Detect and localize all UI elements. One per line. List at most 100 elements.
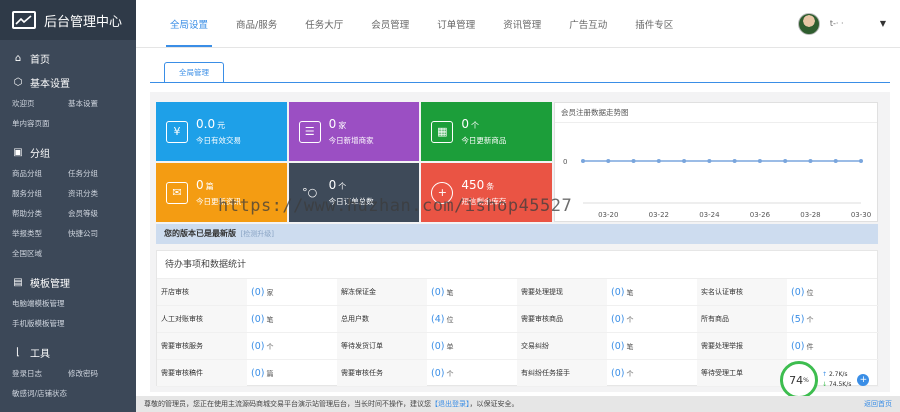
stat-card-goods[interactable]: ▦ 0个 今日更新商品: [421, 102, 552, 161]
tab-global-settings[interactable]: 全局设置: [156, 0, 222, 47]
sidebar-item-service-group[interactable]: 服务分组: [12, 184, 68, 204]
todo-label: 实名认证审核: [697, 279, 787, 306]
sidebar-item-task-group[interactable]: 任务分组: [68, 164, 124, 184]
todo-value[interactable]: (0) 篇: [247, 360, 337, 387]
top-nav: 全局设置 商品/服务 任务大厅 会员管理 订单管理 资讯管理 广告互动 插件专区…: [136, 0, 900, 48]
todo-value[interactable]: (0) 单: [427, 333, 517, 360]
stat-card-sms[interactable]: + 450 条 短信剩余库存: [421, 163, 552, 222]
sidebar-item-region[interactable]: 全国区域: [12, 244, 68, 264]
stat-value: 0.0: [196, 117, 216, 131]
upload-arrow-icon: ↑: [822, 371, 829, 378]
todo-value[interactable]: (0)个: [427, 360, 517, 387]
back-home-link[interactable]: 返回首页: [864, 396, 892, 412]
hand-coins-icon: °○: [302, 186, 318, 199]
sidebar-item-courier[interactable]: 快捷公司: [68, 224, 124, 244]
todo-unit: 个: [626, 316, 634, 324]
todo-value[interactable]: (4) 位: [427, 306, 517, 333]
tab-news[interactable]: 资讯管理: [489, 0, 555, 47]
data-point-03-24[interactable]: [707, 159, 712, 163]
stat-card-merchants[interactable]: ☰ 0家 今日新增商家: [288, 102, 420, 161]
chevron-down-icon[interactable]: ▼: [880, 19, 886, 28]
todo-value-close-paren: ): [260, 341, 265, 352]
sidebar-item-change-password[interactable]: 修改密码: [68, 364, 124, 384]
todo-value[interactable]: (0) 笔: [427, 279, 517, 306]
todo-value-close-paren: ): [440, 341, 445, 352]
data-point-03-19[interactable]: [581, 159, 585, 163]
sidebar-section-templates[interactable]: ▤ 模板管理: [0, 270, 136, 294]
stat-card-news[interactable]: ✉ 0篇 今日更新资讯: [156, 163, 287, 222]
todo-value[interactable]: (0) 件: [787, 333, 879, 360]
sidebar-item-news-category[interactable]: 资讯分类: [68, 184, 124, 204]
sidebar-item-mobile-template[interactable]: 手机版模板管理: [12, 314, 124, 334]
data-point-03-20[interactable]: [606, 159, 611, 163]
x-tick-label: 03-22: [649, 211, 669, 219]
check-update-link[interactable]: [检测升级]: [241, 230, 274, 238]
todo-value[interactable]: (0) 笔: [607, 279, 697, 306]
data-point-03-30[interactable]: [859, 159, 863, 163]
data-point-03-26[interactable]: [757, 159, 762, 163]
user-menu[interactable]: t-· · ▼: [797, 12, 900, 35]
todo-value-close-paren: ): [800, 341, 805, 352]
todo-value[interactable]: (0) 位: [787, 279, 879, 306]
stat-card-orders[interactable]: °○ 0个 今日订单总数: [288, 163, 420, 222]
data-point-03-22[interactable]: [656, 159, 661, 163]
sidebar-item-login-log[interactable]: 登录日志: [12, 364, 68, 384]
sidebar-section-tools[interactable]: ⌊ 工具: [0, 340, 136, 364]
todo-unit: 笔: [626, 289, 634, 297]
sidebar-section-label: 基本设置: [30, 78, 70, 90]
sidebar-item-report-type[interactable]: 举报类型: [12, 224, 68, 244]
sidebar-item-goods-group[interactable]: 商品分组: [12, 164, 68, 184]
tab-orders[interactable]: 订单管理: [423, 0, 489, 47]
logout-link[interactable]: 【退出登录】: [431, 400, 470, 408]
todo-value[interactable]: (5) 个: [787, 306, 879, 333]
data-point-03-27[interactable]: [783, 159, 788, 163]
tab-plugins[interactable]: 插件专区: [621, 0, 687, 47]
network-speed-widget[interactable]: 74% ↑ 2.7K/s ↓ 74.5K/s +: [780, 360, 876, 400]
todo-unit: 笔: [446, 289, 454, 297]
sidebar-item-single-page[interactable]: 单内容页面: [12, 114, 68, 134]
x-tick-label: 03-28: [800, 211, 820, 219]
todo-value[interactable]: (0) 笔: [607, 333, 697, 360]
tab-goods-services[interactable]: 商品/服务: [222, 0, 291, 47]
todo-value[interactable]: (0) 笔: [247, 306, 337, 333]
sidebar-section-groups[interactable]: ▣ 分组: [0, 140, 136, 164]
sidebar-section-basic[interactable]: ⬡ 基本设置: [0, 70, 136, 94]
data-point-03-23[interactable]: [682, 159, 687, 163]
yen-icon: ¥: [166, 120, 188, 143]
todo-value[interactable]: (0) 家: [247, 279, 337, 306]
sidebar-item-basic-settings[interactable]: 基本设置: [68, 94, 124, 114]
todo-label: 解冻保证金: [337, 279, 427, 306]
plus-icon[interactable]: +: [857, 374, 870, 386]
sidebar-section-label: 模板管理: [30, 278, 70, 290]
sidebar-section-label: 工具: [30, 348, 50, 360]
app-logo[interactable]: 后台管理中心: [0, 0, 136, 40]
app-title: 后台管理中心: [44, 14, 123, 30]
todo-value[interactable]: (0)个: [247, 333, 337, 360]
todo-title: 待办事项和数据统计: [157, 251, 877, 279]
sidebar-item-pc-template[interactable]: 电脑端模板管理: [12, 294, 124, 314]
stat-card-trade[interactable]: ¥ 0.0 元 今日有效交易: [156, 102, 287, 161]
todo-label: 等待受理工单: [697, 360, 787, 387]
todo-value-close-paren: ): [620, 287, 625, 298]
sidebar-item-help-category[interactable]: 帮助分类: [12, 204, 68, 224]
todo-value-close-paren: ): [260, 314, 265, 325]
todo-value[interactable]: (0)个: [607, 360, 697, 387]
tab-ads[interactable]: 广告互动: [555, 0, 621, 47]
data-point-03-21[interactable]: [631, 159, 636, 163]
monitor-chart-icon: [12, 11, 36, 29]
sidebar-item-welcome[interactable]: 欢迎页: [12, 94, 68, 114]
data-point-03-25[interactable]: [732, 159, 737, 163]
tab-members[interactable]: 会员管理: [357, 0, 423, 47]
data-point-03-28[interactable]: [808, 159, 813, 163]
tab-task-hall[interactable]: 任务大厅: [291, 0, 357, 47]
todo-value[interactable]: (0)个: [607, 306, 697, 333]
sidebar-section-home[interactable]: ⌂ 首页: [0, 46, 136, 70]
sidebar-item-sensitive-words[interactable]: 敏感词/店铺状态: [12, 384, 68, 404]
todo-label: 人工对账审核: [157, 306, 247, 333]
data-point-03-29[interactable]: [833, 159, 838, 163]
avatar[interactable]: [797, 12, 820, 35]
sidebar-item-member-level[interactable]: 会员等级: [68, 204, 124, 224]
subtab-global-manage[interactable]: 全局管理: [164, 62, 224, 82]
box-icon: ▣: [13, 146, 23, 158]
todo-unit: 笔: [266, 316, 274, 324]
